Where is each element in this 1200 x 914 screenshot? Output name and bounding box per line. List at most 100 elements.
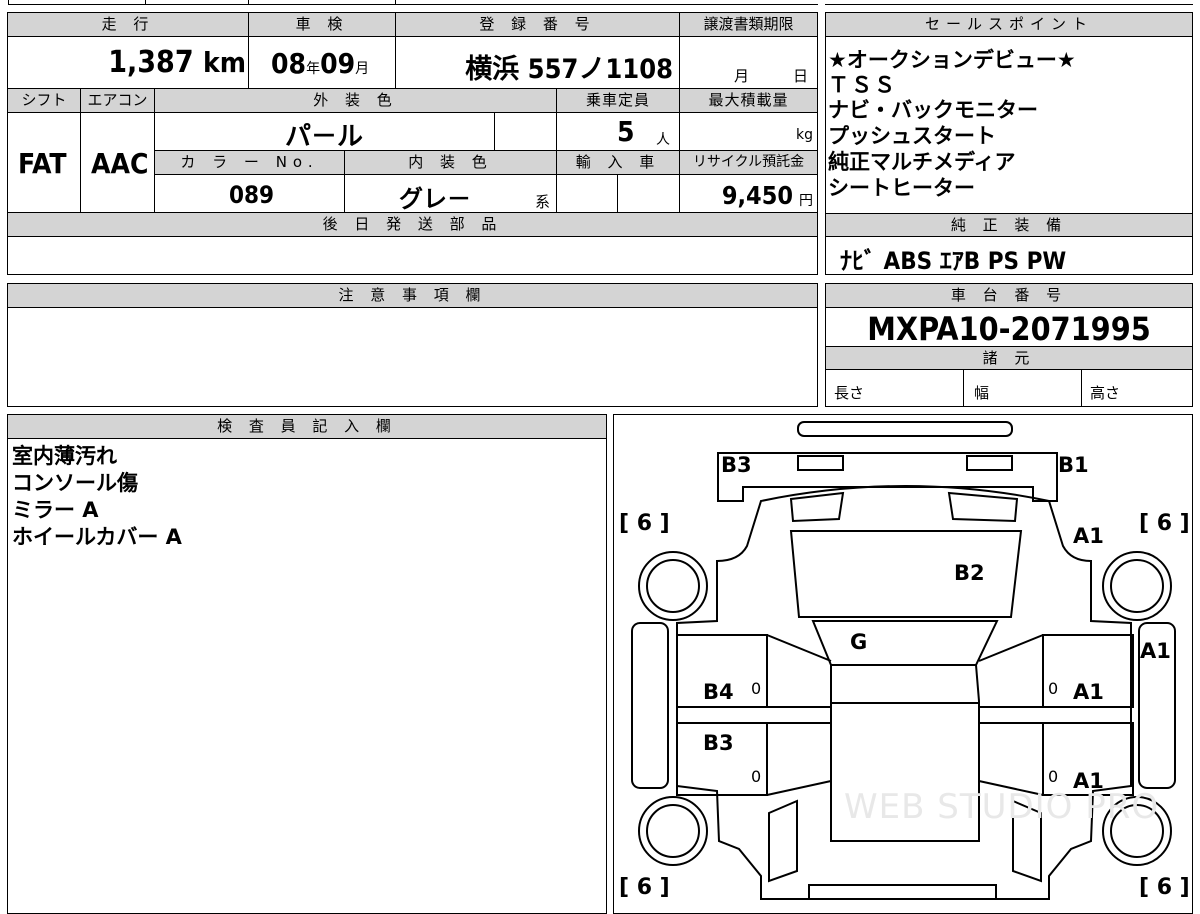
later-parts-header: 後 日 発 送 部 品 xyxy=(8,213,817,237)
damage-rear-right: B1 xyxy=(1058,453,1089,477)
sales-point-line: プッシュスタート xyxy=(828,124,996,148)
damage-left-front-door: B4 xyxy=(703,680,734,704)
inspector-line: ホイールカバー A xyxy=(12,525,182,549)
door-mark-lr: 0 xyxy=(751,767,762,786)
tire-label-front-right: [ 6 ] xyxy=(1139,875,1190,900)
capacity-value: 5 xyxy=(617,115,635,148)
spec-height: 高さ xyxy=(1090,384,1121,402)
damage-left-rear-door: B3 xyxy=(703,731,734,755)
damage-rear-left: B3 xyxy=(721,453,752,477)
door-mark-rr: 0 xyxy=(1048,767,1059,786)
inspector-line: コンソール傷 xyxy=(12,471,138,495)
cropped-top-strip xyxy=(0,0,1200,6)
registration-cell: 横浜 557ノ1108 xyxy=(396,37,680,89)
shift-cell: FAT xyxy=(8,113,81,213)
damage-hood: B2 xyxy=(954,561,985,585)
exterior-color-cell: パ－ル xyxy=(155,113,495,152)
specs-header: 諸 元 xyxy=(826,346,1192,370)
deadline-month: 月 xyxy=(734,67,750,85)
deadline-header: 譲渡書類期限 xyxy=(680,13,817,37)
shift-header: シフト xyxy=(8,89,81,113)
spec-length: 長さ xyxy=(834,384,865,402)
damage-right-side: A1 xyxy=(1140,639,1171,663)
max-load-cell: kg xyxy=(680,113,817,151)
color-no-header: カ ラ ー No. xyxy=(155,151,345,175)
sales-point-line: ★オークションデビュー★ xyxy=(828,48,1076,72)
sales-point-line: ＴＳＳ xyxy=(828,73,897,97)
watermark: WEB STUDIO PRO xyxy=(844,787,1160,827)
exterior-color-header: 外 装 色 xyxy=(155,89,557,113)
damage-right-rear-fender: A1 xyxy=(1073,524,1104,548)
door-mark-lf: 0 xyxy=(751,679,762,698)
import-cell-b xyxy=(618,175,680,213)
color-no-cell: 089 xyxy=(155,175,345,213)
import-header: 輸 入 車 xyxy=(557,151,680,175)
chassis-header: 車 台 番 号 xyxy=(826,284,1192,308)
inspector-header: 検 査 員 記 入 欄 xyxy=(8,415,606,439)
spec-width: 幅 xyxy=(974,384,990,402)
later-parts-body xyxy=(8,237,817,274)
inspection-cell: 08年09月 xyxy=(249,37,396,89)
car-diagram xyxy=(631,421,1176,900)
inspection-header: 車 検 xyxy=(249,13,396,37)
recycle-unit: 円 xyxy=(799,193,813,209)
equipment-header: 純 正 装 備 xyxy=(826,213,1192,237)
mileage-value: 1,387 xyxy=(108,45,194,80)
mileage-unit: km xyxy=(203,46,246,79)
sales-point-line: 純正マルチメディア xyxy=(828,150,1016,174)
aircon-value: AAC xyxy=(91,147,149,180)
inspector-line: 室内薄汚れ xyxy=(12,444,117,468)
exterior-color-value: パ－ル xyxy=(285,122,364,152)
interior-color-cell: グレ－ 系 xyxy=(345,175,557,213)
chassis-box: 車 台 番 号 MXPA10-2071995 諸 元 長さ 幅 高さ xyxy=(825,283,1193,407)
vehicle-info-table: 走 行 車 検 登 録 番 号 譲渡書類期限 1,387 km 08年09月 横… xyxy=(7,12,818,275)
capacity-cell: 5 人 xyxy=(557,113,680,151)
interior-color-header: 内 装 色 xyxy=(345,151,557,175)
aircon-cell: AAC xyxy=(81,113,155,213)
car-diagram-box: [ 6 ] [ 6 ] [ 6 ] [ 6 ] B3 B1 A1 B2 G A1… xyxy=(613,414,1193,914)
inspection-month: 09 xyxy=(320,47,356,80)
chassis-number: MXPA10-2071995 xyxy=(867,310,1151,348)
shift-value: FAT xyxy=(18,147,67,180)
registration-header: 登 録 番 号 xyxy=(396,13,680,37)
sales-points-header: セールスポイント xyxy=(826,13,1192,37)
capacity-unit: 人 xyxy=(656,132,670,148)
capacity-header: 乗車定員 xyxy=(557,89,680,113)
exterior-color-extra-cell xyxy=(495,113,557,151)
notes-box: 注 意 事 項 欄 xyxy=(7,283,818,407)
recycle-cell: 9,450 円 xyxy=(680,175,817,213)
inspection-year: 08 xyxy=(271,47,307,80)
tire-label-rear-right: [ 6 ] xyxy=(1139,511,1190,536)
inspector-lines: 室内薄汚れ コンソール傷 ミラー A ホイールカバー A xyxy=(12,443,182,551)
tire-label-front-left: [ 6 ] xyxy=(619,875,670,900)
sales-points-box: セールスポイント ★オークションデビュー★ ＴＳＳ ナビ・バックモニター プッシ… xyxy=(825,12,1193,275)
damage-right-front-door: A1 xyxy=(1073,680,1104,704)
recycle-header: リサイクル預託金 xyxy=(680,151,817,175)
mileage-header: 走 行 xyxy=(8,13,249,37)
month-unit: 月 xyxy=(355,61,370,77)
recycle-value: 9,450 xyxy=(721,181,793,210)
max-load-header: 最大積載量 xyxy=(680,89,817,113)
max-load-unit: kg xyxy=(796,127,813,143)
color-no-value: 089 xyxy=(229,181,275,209)
equipment-value: ﾅﾋﾞ ABS ｴｱB PS PW xyxy=(840,247,1067,275)
damage-windshield: G xyxy=(850,630,868,654)
deadline-day: 日 xyxy=(793,67,809,85)
door-mark-rf: 0 xyxy=(1048,679,1059,698)
sales-point-line: シートヒーター xyxy=(828,176,975,200)
inspector-box: 検 査 員 記 入 欄 室内薄汚れ コンソール傷 ミラー A ホイールカバー A xyxy=(7,414,607,914)
registration-number: 横浜 557ノ1108 xyxy=(465,54,673,85)
year-unit: 年 xyxy=(306,61,321,77)
aircon-header: エアコン xyxy=(81,89,155,113)
inspector-line: ミラー A xyxy=(12,498,99,522)
sales-point-line: ナビ・バックモニター xyxy=(828,98,1038,122)
tire-label-rear-left: [ 6 ] xyxy=(619,511,670,536)
sales-points-list: ★オークションデビュー★ ＴＳＳ ナビ・バックモニター プッシュスタート 純正マ… xyxy=(828,47,1190,201)
interior-suffix: 系 xyxy=(535,193,551,211)
specs-row: 長さ 幅 高さ xyxy=(826,370,1192,406)
notes-header: 注 意 事 項 欄 xyxy=(8,284,817,308)
import-cell-a xyxy=(557,175,618,213)
mileage-cell: 1,387 km xyxy=(8,37,249,89)
interior-color-value: グレ－ xyxy=(399,185,471,213)
deadline-cell: 月 日 xyxy=(680,37,817,89)
